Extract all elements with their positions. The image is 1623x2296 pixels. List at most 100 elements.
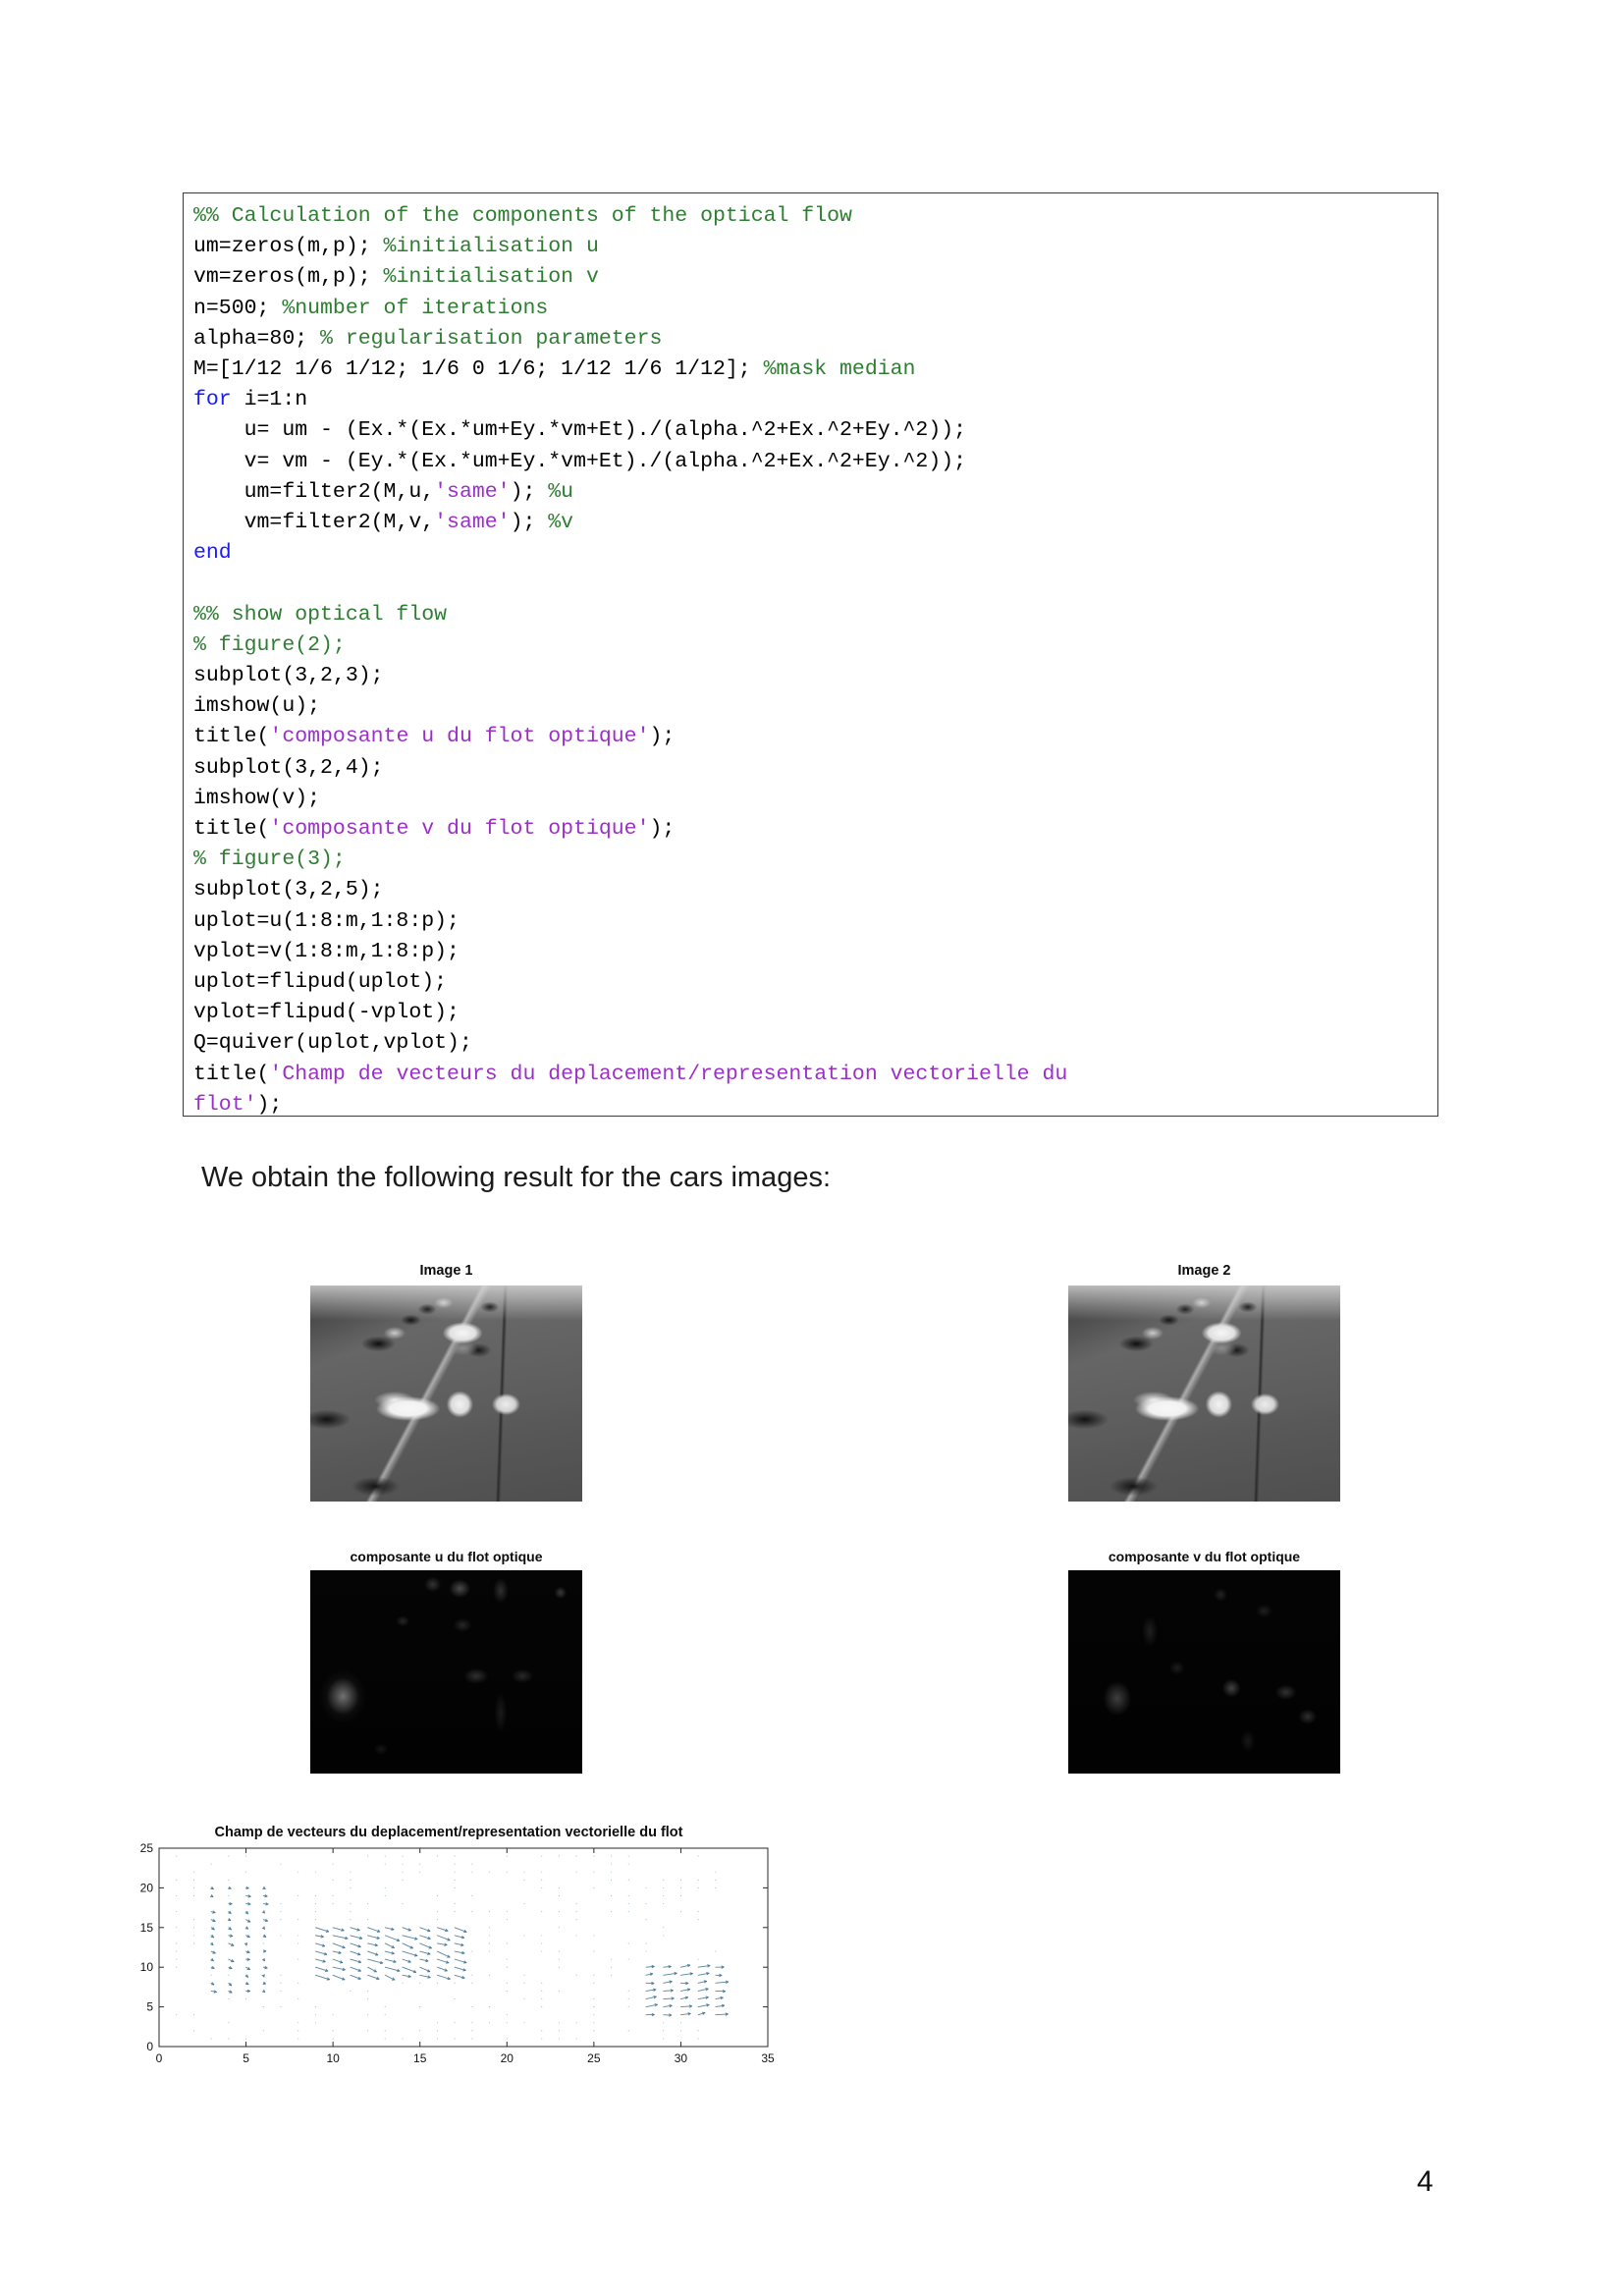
matlab-code-block: %% Calculation of the components of the … <box>183 192 1438 1117</box>
code-token: i=1:n <box>231 388 308 412</box>
flow-v-image <box>1068 1570 1340 1775</box>
flow-dot <box>541 1982 543 1984</box>
flow-dot <box>384 1855 386 1857</box>
code-line: % figure(2); <box>193 630 1437 661</box>
flow-dot <box>332 2038 334 2040</box>
code-token: %v <box>548 511 574 535</box>
flow-dot <box>575 2022 577 2024</box>
flow-dot <box>663 1935 665 1937</box>
flow-dot <box>697 1919 699 1921</box>
flow-dot <box>506 1982 508 1984</box>
code-token: ); <box>256 1092 283 1117</box>
code-token: %number of iterations <box>282 296 549 320</box>
flow-dot <box>192 1927 194 1929</box>
flow-dot <box>506 1871 508 1873</box>
flow-dot <box>558 1886 560 1888</box>
flow-dot <box>192 2030 194 2032</box>
flow-dot <box>192 1871 194 1873</box>
flow-dot <box>645 1942 647 1944</box>
flow-dot <box>611 1871 613 1873</box>
flow-dot <box>436 2030 438 2032</box>
flow-dot <box>176 1950 178 1952</box>
code-line: subplot(3,2,4); <box>193 753 1437 784</box>
flow-dot <box>627 1855 629 1857</box>
flow-dot <box>523 1879 525 1881</box>
flow-dot <box>367 1903 369 1905</box>
flow-dot <box>541 1990 543 1992</box>
flow-dot <box>558 2030 560 2032</box>
code-line: vm=filter2(M,v,'same'); %v <box>193 508 1437 538</box>
flow-dot <box>575 1855 577 1857</box>
flow-dot <box>419 1871 421 1873</box>
flow-dot <box>679 1911 681 1913</box>
flow-dot <box>611 1966 613 1968</box>
flow-dot <box>436 1894 438 1897</box>
figure-image-2: Image 2 <box>1068 1263 1340 1502</box>
flow-dot <box>280 1982 282 1984</box>
image-2-photo <box>1068 1285 1340 1502</box>
flow-dot <box>419 2006 421 2008</box>
flow-dot <box>627 1879 629 1881</box>
flow-dot <box>454 1855 456 1857</box>
flow-dot <box>228 1855 230 1857</box>
x-tick-label: 35 <box>761 2051 775 2065</box>
flow-dot <box>280 1903 282 1905</box>
flow-dot <box>663 1903 665 1905</box>
code-token: ); <box>649 817 676 842</box>
flow-dot <box>454 1863 456 1865</box>
flow-dot <box>541 1855 543 1857</box>
figure-image-1: Image 1 <box>310 1263 582 1502</box>
flow-dot <box>245 1997 247 2000</box>
flow-dot <box>715 1950 717 1952</box>
figure-flow-u: composante u du flot optique <box>310 1549 582 1775</box>
flow-dot <box>280 1863 282 1865</box>
flow-dot <box>436 2038 438 2040</box>
flow-dot <box>176 1966 178 1968</box>
flow-dot <box>454 2022 456 2024</box>
flow-dot <box>489 2022 491 2024</box>
flow-dot <box>332 2014 334 2016</box>
flow-dot <box>611 1894 613 1897</box>
flow-dot <box>541 1997 543 2000</box>
flow-dot <box>350 1886 352 1888</box>
flow-dot <box>663 2030 665 2032</box>
code-line: alpha=80; % regularisation parameters <box>193 324 1437 355</box>
flow-dot <box>332 1903 334 1905</box>
flow-dot <box>679 2022 681 2024</box>
flow-dot <box>663 1894 665 1897</box>
flow-arrow-head <box>649 1972 653 1975</box>
code-token: imshow(v); <box>193 786 321 810</box>
flow-dot <box>593 1871 595 1873</box>
flow-dot <box>593 2014 595 2016</box>
flow-dot <box>228 2022 230 2024</box>
flow-dot <box>541 1871 543 1873</box>
flow-dot <box>506 1942 508 1944</box>
figure-flow-v-title: composante v du flot optique <box>1108 1549 1301 1564</box>
flow-dot <box>489 2006 491 2008</box>
flow-dot <box>245 2038 247 2040</box>
code-token: um=zeros(m,p); <box>193 235 384 259</box>
flow-dot <box>228 2038 230 2040</box>
code-token: for <box>193 388 232 412</box>
flow-dot <box>575 1903 577 1905</box>
x-tick-label: 30 <box>675 2051 688 2065</box>
flow-dot <box>454 1879 456 1881</box>
flow-dot <box>645 1903 647 1905</box>
flow-dot <box>697 2038 699 2040</box>
x-tick-label: 25 <box>587 2051 601 2065</box>
flow-dot <box>489 1942 491 1944</box>
flow-dot <box>332 1863 334 1865</box>
code-line: %% Calculation of the components of the … <box>193 201 1437 232</box>
code-token: imshow(u); <box>193 694 321 719</box>
flow-dot <box>663 1886 665 1888</box>
flow-dot <box>489 1927 491 1929</box>
flow-dot <box>489 1911 491 1913</box>
flow-dot <box>663 1879 665 1881</box>
flow-dot <box>611 1974 613 1976</box>
code-token: ); <box>649 725 676 749</box>
code-line: uplot=flipud(uplot); <box>193 967 1437 998</box>
flow-dot <box>367 1997 369 2000</box>
flow-dot <box>384 2030 386 2032</box>
flow-dot <box>506 2014 508 2016</box>
code-token: subplot(3,2,3); <box>193 664 384 688</box>
